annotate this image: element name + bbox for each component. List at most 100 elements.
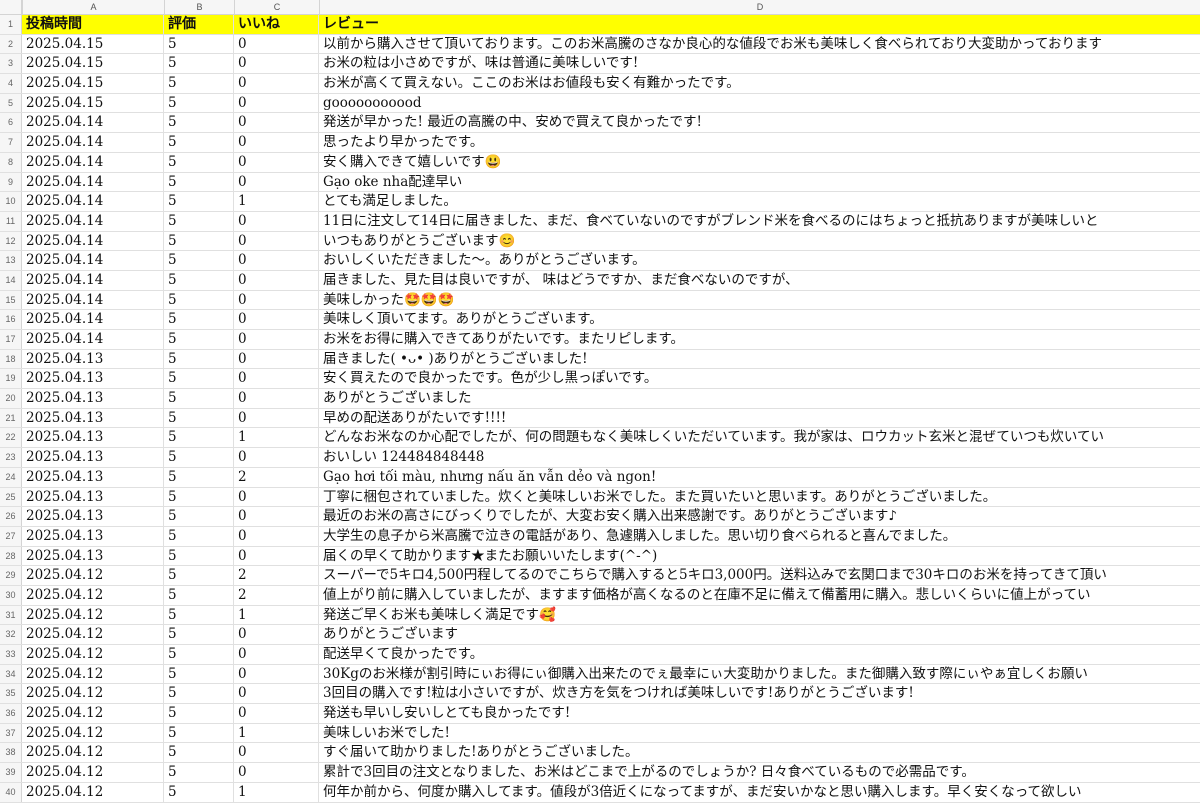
cell-rating[interactable]: 5: [164, 113, 234, 133]
cell-review[interactable]: 30Kgのお米様が割引時にぃお得にぃ御購入出来たのでぇ最幸にぃ大変助かりました。…: [319, 665, 1200, 684]
cell-likes[interactable]: 0: [234, 74, 319, 93]
cell-rating[interactable]: 5: [164, 605, 234, 625]
cell-rating[interactable]: 5: [164, 349, 234, 369]
cell-rating[interactable]: 5: [164, 369, 234, 389]
cell-post-time[interactable]: 2025.04.14: [22, 330, 164, 349]
row-number[interactable]: 29: [0, 566, 22, 585]
cell-rating[interactable]: 5: [164, 743, 234, 763]
cell-likes[interactable]: 1: [234, 782, 319, 802]
cell-review[interactable]: お米の粒は小さめですが、味は普通に美味しいです!: [319, 54, 1200, 73]
cell-review[interactable]: お米をお得に購入できてありがたいです。またリピします。: [319, 330, 1200, 349]
cell-likes[interactable]: 0: [234, 152, 319, 172]
column-header-a[interactable]: A: [22, 0, 164, 14]
cell-review[interactable]: おいしい 124484848448: [319, 448, 1200, 467]
cell-post-time[interactable]: 2025.04.14: [22, 310, 164, 329]
cell-review[interactable]: 美味しいお米でした!: [319, 724, 1200, 743]
row-number[interactable]: 25: [0, 487, 22, 507]
cell-post-time[interactable]: 2025.04.14: [22, 231, 164, 251]
row-number[interactable]: 11: [0, 211, 22, 231]
cell-review[interactable]: 美味しく頂いてます。ありがとうございます。: [319, 310, 1200, 329]
cell-post-time[interactable]: 2025.04.12: [22, 763, 164, 782]
header-cell-review[interactable]: レビュー: [319, 15, 1200, 34]
cell-review[interactable]: 累計で3回目の注文となりました、お米はどこまで上がるのでしょうか? 日々食べてい…: [319, 763, 1200, 782]
cell-review[interactable]: 発送が早かった! 最近の高騰の中、安めで買えて良かったです!: [319, 113, 1200, 132]
row-number[interactable]: 30: [0, 585, 22, 605]
row-number[interactable]: 7: [0, 133, 22, 152]
cell-review[interactable]: 大学生の息子から米高騰で泣きの電話があり、急遽購入しました。思い切り食べられると…: [319, 527, 1200, 546]
cell-post-time[interactable]: 2025.04.14: [22, 290, 164, 310]
cell-rating[interactable]: 5: [164, 684, 234, 704]
cell-likes[interactable]: 1: [234, 723, 319, 743]
cell-likes[interactable]: 0: [234, 54, 319, 74]
cell-likes[interactable]: 0: [234, 408, 319, 428]
cell-rating[interactable]: 5: [164, 782, 234, 802]
cell-post-time[interactable]: 2025.04.15: [22, 54, 164, 74]
cell-post-time[interactable]: 2025.04.13: [22, 487, 164, 507]
row-number[interactable]: 37: [0, 723, 22, 743]
cell-likes[interactable]: 0: [234, 310, 319, 329]
cell-likes[interactable]: 0: [234, 369, 319, 389]
cell-review[interactable]: とても満足しました。: [319, 192, 1200, 211]
cell-post-time[interactable]: 2025.04.12: [22, 605, 164, 625]
column-header-c[interactable]: C: [234, 0, 319, 14]
cell-review[interactable]: 安く買えたので良かったです。色が少し黒っぽいです。: [319, 369, 1200, 388]
row-number[interactable]: 31: [0, 605, 22, 625]
row-number[interactable]: 22: [0, 428, 22, 448]
cell-rating[interactable]: 5: [164, 645, 234, 664]
row-number[interactable]: 38: [0, 743, 22, 763]
cell-post-time[interactable]: 2025.04.12: [22, 782, 164, 802]
cell-likes[interactable]: 0: [234, 93, 319, 113]
row-number[interactable]: 35: [0, 684, 22, 704]
cell-likes[interactable]: 0: [234, 546, 319, 566]
header-cell-rating[interactable]: 評価: [164, 15, 234, 34]
cell-review[interactable]: 何年か前から、何度か購入してます。値段が3倍近くになってますが、まだ安いかなと思…: [319, 783, 1200, 802]
cell-post-time[interactable]: 2025.04.14: [22, 211, 164, 231]
cell-review[interactable]: 発送も早いし安いしとても良かったです!: [319, 704, 1200, 723]
cell-likes[interactable]: 2: [234, 566, 319, 585]
cell-post-time[interactable]: 2025.04.14: [22, 113, 164, 133]
cell-rating[interactable]: 5: [164, 526, 234, 546]
cell-review[interactable]: 早めの配送ありがたいです!!!!: [319, 409, 1200, 428]
row-number[interactable]: 28: [0, 546, 22, 566]
row-number[interactable]: 26: [0, 507, 22, 526]
cell-rating[interactable]: 5: [164, 566, 234, 585]
row-number[interactable]: 19: [0, 369, 22, 389]
cell-review[interactable]: 3回目の購入です!粒は小さいですが、炊き方を気をつければ美味しいです!ありがとう…: [319, 684, 1200, 703]
cell-likes[interactable]: 0: [234, 507, 319, 526]
cell-post-time[interactable]: 2025.04.12: [22, 743, 164, 763]
cell-likes[interactable]: 0: [234, 526, 319, 546]
row-number[interactable]: 27: [0, 526, 22, 546]
cell-post-time[interactable]: 2025.04.12: [22, 664, 164, 684]
cell-review[interactable]: Gạo oke nha配達早い: [319, 173, 1200, 192]
cell-post-time[interactable]: 2025.04.13: [22, 349, 164, 369]
cell-rating[interactable]: 5: [164, 54, 234, 74]
cell-post-time[interactable]: 2025.04.14: [22, 152, 164, 172]
cell-likes[interactable]: 2: [234, 467, 319, 487]
cell-rating[interactable]: 5: [164, 763, 234, 782]
cell-post-time[interactable]: 2025.04.12: [22, 684, 164, 704]
cell-post-time[interactable]: 2025.04.12: [22, 645, 164, 664]
cell-rating[interactable]: 5: [164, 704, 234, 723]
cell-post-time[interactable]: 2025.04.14: [22, 133, 164, 152]
cell-rating[interactable]: 5: [164, 585, 234, 605]
cell-review[interactable]: 届くの早くて助かります★またお願いいたします(^-^): [319, 547, 1200, 566]
cell-review[interactable]: 以前から購入させて頂いております。このお米高騰のさなか良心的な値段でお米も美味し…: [319, 35, 1200, 54]
row-number[interactable]: 17: [0, 330, 22, 349]
cell-review[interactable]: おいしくいただきました〜。ありがとうございます。: [319, 251, 1200, 270]
row-number[interactable]: 36: [0, 704, 22, 723]
row-number[interactable]: 10: [0, 192, 22, 211]
cell-post-time[interactable]: 2025.04.13: [22, 369, 164, 389]
cell-rating[interactable]: 5: [164, 152, 234, 172]
cell-likes[interactable]: 0: [234, 664, 319, 684]
cell-rating[interactable]: 5: [164, 251, 234, 270]
cell-rating[interactable]: 5: [164, 487, 234, 507]
row-number[interactable]: 24: [0, 467, 22, 487]
cell-likes[interactable]: 2: [234, 585, 319, 605]
cell-likes[interactable]: 0: [234, 645, 319, 664]
cell-likes[interactable]: 0: [234, 251, 319, 270]
row-number[interactable]: 6: [0, 113, 22, 133]
row-number[interactable]: 9: [0, 172, 22, 192]
cell-rating[interactable]: 5: [164, 546, 234, 566]
cell-post-time[interactable]: 2025.04.12: [22, 625, 164, 644]
row-number[interactable]: 34: [0, 664, 22, 684]
